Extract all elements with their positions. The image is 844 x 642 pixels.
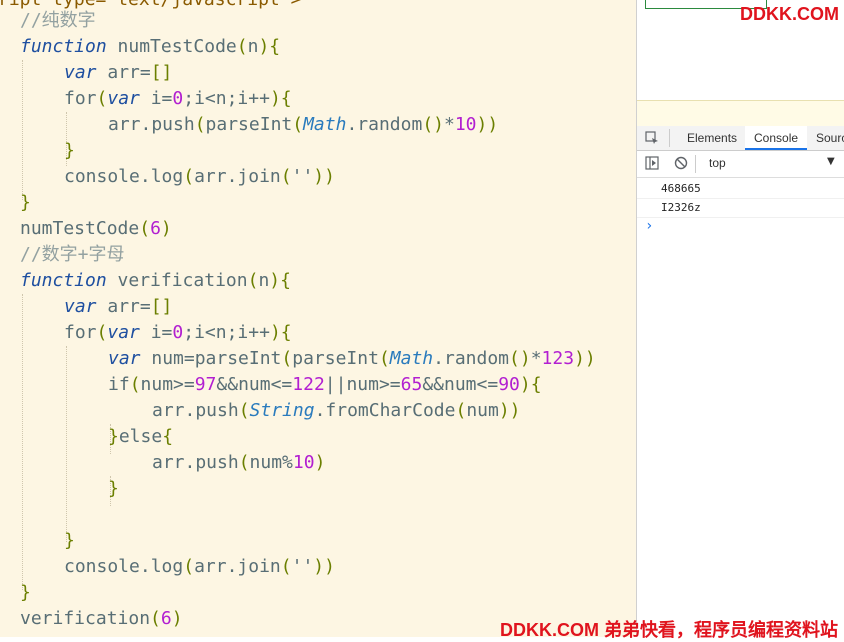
console-toolbar: top ▼ <box>637 151 844 178</box>
code-line: function verification(n){ <box>20 270 291 291</box>
code-editor[interactable]: ript type="text/javascript"> //纯数字 funct… <box>0 0 636 637</box>
clear-console-icon[interactable] <box>674 156 688 170</box>
info-bar <box>637 100 844 128</box>
watermark-top: DDKK.COM <box>740 4 839 24</box>
console-message-text: I2326z <box>661 201 701 214</box>
indent-guide <box>22 60 23 200</box>
code-line: //数字+字母 <box>20 244 125 265</box>
console-message-text: 468665 <box>661 182 701 195</box>
console-message: I2326z <box>637 199 844 218</box>
watermark-bottom: DDKK.COM 弟弟快看，程序员编程资料站 <box>500 620 838 640</box>
context-selector[interactable]: top <box>709 156 726 170</box>
code-line: function numTestCode(n){ <box>20 36 281 57</box>
code-line: } <box>20 192 31 213</box>
code-line: } <box>108 478 119 499</box>
separator <box>695 155 696 173</box>
show-sidebar-icon[interactable] <box>645 156 659 170</box>
code-line: }else{ <box>108 426 174 447</box>
code-line: console.log(arr.join('')) <box>64 556 335 577</box>
code-line: } <box>64 140 75 161</box>
code-line: } <box>20 582 31 603</box>
code-line: var num=parseInt(parseInt(Math.random()*… <box>108 348 596 369</box>
code-line: arr.push(String.fromCharCode(num)) <box>152 400 521 421</box>
code-line: //纯数字 <box>20 10 96 31</box>
code-line: arr.push(num%10) <box>152 452 326 473</box>
tab-elements[interactable]: Elements <box>687 126 737 150</box>
code-line: if(num>=97&&num<=122||num>=65&&num<=90){ <box>108 374 542 395</box>
tab-sources[interactable]: Sourc <box>816 126 844 150</box>
code-line: for(var i=0;i<n;i++){ <box>64 88 292 109</box>
tab-console[interactable]: Console <box>745 126 808 150</box>
console-message: 468665 <box>637 180 844 199</box>
separator <box>669 129 670 147</box>
code-line: for(var i=0;i<n;i++){ <box>64 322 292 343</box>
code-line: var arr=[] <box>64 62 173 83</box>
code-line: } <box>64 530 75 551</box>
console-prompt[interactable]: › <box>645 218 653 234</box>
code-line: numTestCode(6) <box>20 218 172 239</box>
code-line: verification(6) <box>20 608 183 629</box>
devtools-tab-bar: Elements Console Sourc <box>637 126 844 151</box>
chevron-down-icon[interactable]: ▼ <box>827 156 835 167</box>
devtools-panel: Elements Console Sourc top ▼ 468665 I232… <box>636 0 844 637</box>
inspect-element-icon[interactable] <box>645 131 659 145</box>
indent-guide <box>22 294 23 590</box>
indent-guide <box>66 346 67 542</box>
code-line: var arr=[] <box>64 296 173 317</box>
code-line: arr.push(parseInt(Math.random()*10)) <box>108 114 499 135</box>
code-line: console.log(arr.join('')) <box>64 166 335 187</box>
